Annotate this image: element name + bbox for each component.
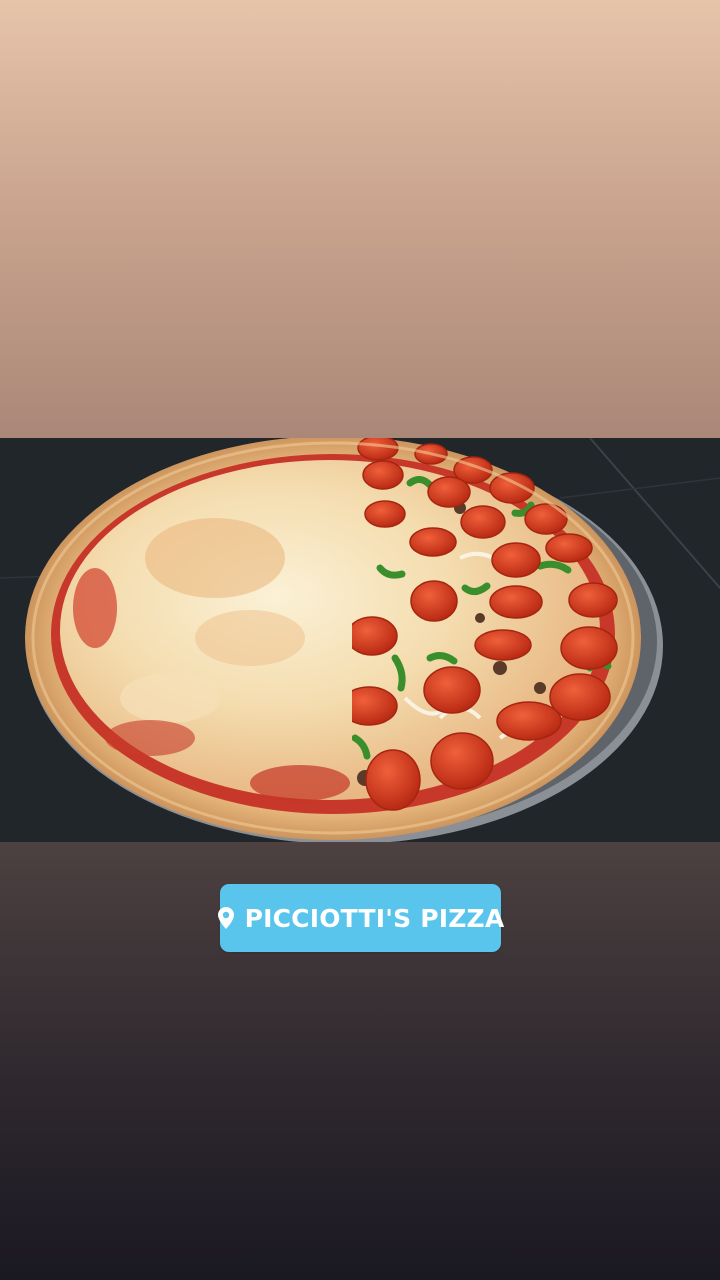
story-view: PICCIOTTI'S PIZZA bbox=[0, 0, 720, 1280]
location-label: PICCIOTTI'S PIZZA bbox=[244, 903, 505, 933]
location-sticker[interactable]: PICCIOTTI'S PIZZA bbox=[217, 884, 504, 952]
map-pin-icon bbox=[217, 906, 235, 930]
background-gradient-top bbox=[0, 0, 720, 438]
pizza-photo bbox=[0, 438, 720, 842]
